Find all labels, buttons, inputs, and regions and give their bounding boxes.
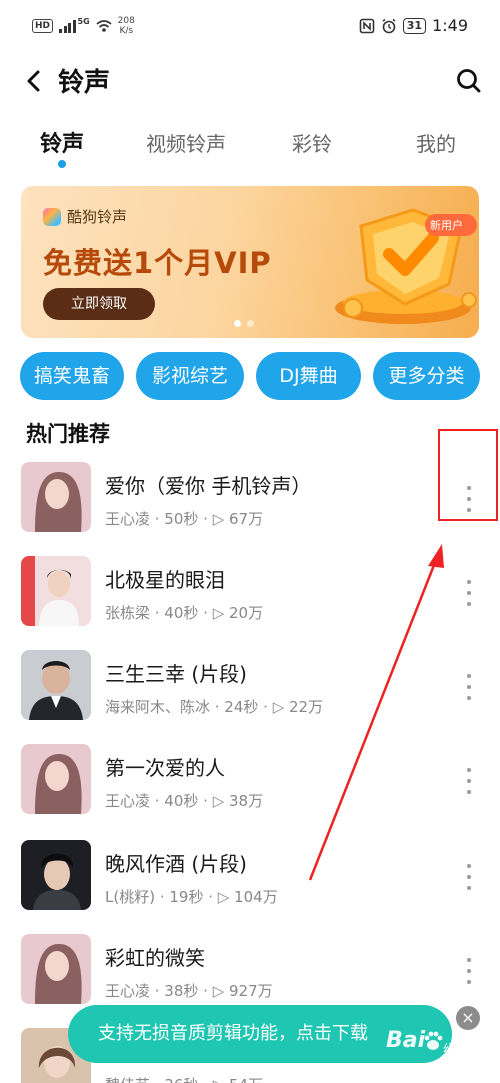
album-cover — [21, 840, 91, 910]
network-label: 5G — [77, 16, 90, 26]
more-options-icon[interactable] — [464, 580, 474, 606]
album-cover — [21, 650, 91, 720]
list-item[interactable]: 第一次爱的人 王心凌 · 40秒 · ▷ 38万 — [0, 744, 500, 814]
song-meta: 王心凌 · 40秒 · ▷ 38万 — [105, 792, 264, 810]
banner-dot — [247, 320, 254, 327]
category-film-tv[interactable]: 影视综艺 — [136, 352, 244, 400]
close-icon[interactable]: × — [456, 1006, 480, 1030]
list-item[interactable]: 三生三幸 (片段) 海来阿木、陈冰 · 24秒 · ▷ 22万 — [0, 650, 500, 720]
section-title-hot: 热门推荐 — [26, 422, 110, 446]
song-meta: L(桃籽) · 19秒 · ▷ 104万 — [105, 888, 278, 906]
signal-icon — [59, 19, 76, 33]
status-left: HD 5G 208 K/s — [32, 16, 135, 36]
page-title: 铃声 — [58, 68, 111, 98]
song-title: 爱你（爱你 手机铃声） — [105, 474, 312, 498]
song-title: 彩虹的微笑 — [105, 946, 205, 970]
album-cover — [21, 744, 91, 814]
new-user-tag: 新用户 — [430, 219, 463, 232]
song-meta: 海来阿木、陈冰 · 24秒 · ▷ 22万 — [105, 698, 324, 716]
more-options-icon[interactable] — [464, 674, 474, 700]
banner-title: 免费送1个月VIP — [43, 246, 272, 280]
nfc-icon — [359, 18, 375, 33]
chevron-left-icon[interactable] — [20, 66, 50, 96]
category-dj[interactable]: DJ舞曲 — [256, 352, 361, 400]
list-item[interactable]: 北极星的眼泪 张栋梁 · 40秒 · ▷ 20万 — [0, 556, 500, 626]
song-title: 第一次爱的人 — [105, 756, 225, 780]
song-meta: 王心凌 · 50秒 · ▷ 67万 — [105, 510, 264, 528]
more-options-icon[interactable] — [464, 864, 474, 890]
category-more[interactable]: 更多分类 — [373, 352, 480, 400]
category-chips: 搞笑鬼畜 影视综艺 DJ舞曲 更多分类 — [20, 352, 480, 400]
tab-ringtone[interactable]: 铃声 — [40, 126, 84, 158]
app-header: 铃声 — [0, 56, 500, 106]
kugou-ringtone-logo-icon — [43, 207, 61, 226]
annotation-highlight-box — [438, 429, 498, 521]
banner-brand-label: 酷狗铃声 — [67, 208, 128, 226]
album-cover — [21, 556, 91, 626]
search-icon[interactable] — [454, 66, 484, 96]
promo-banner[interactable]: 酷狗铃声 免费送1个月VIP 立即领取 新用户 — [21, 186, 479, 338]
list-item[interactable]: 彩虹的微笑 王心凌 · 38秒 · ▷ 927万 — [0, 934, 500, 1004]
category-funny[interactable]: 搞笑鬼畜 — [20, 352, 124, 400]
status-right: 31 1:49 — [359, 16, 468, 35]
song-title: 晚风作酒 (片段) — [105, 852, 247, 876]
baidu-watermark-sub: 经验 — [443, 1043, 471, 1059]
more-options-icon[interactable] — [464, 958, 474, 984]
tab-mine[interactable]: 我的 — [416, 128, 456, 157]
song-meta: 王心凌 · 38秒 · ▷ 927万 — [105, 982, 273, 1000]
alarm-icon — [382, 18, 396, 33]
list-item[interactable]: 爱你（爱你 手机铃声） 王心凌 · 50秒 · ▷ 67万 — [0, 462, 500, 532]
album-cover — [21, 934, 91, 1004]
song-meta: 魏佳艺 · 36秒 · ▷ 54万 — [105, 1074, 263, 1083]
more-options-icon[interactable] — [464, 768, 474, 794]
banner-brand: 酷狗铃声 — [43, 206, 127, 227]
speed-unit: K/s — [119, 26, 134, 36]
list-item[interactable]: 晚风作酒 (片段) L(桃籽) · 19秒 · ▷ 104万 — [0, 840, 500, 910]
wifi-icon — [96, 20, 112, 32]
tab-video-ringtone[interactable]: 视频铃声 — [146, 128, 226, 157]
song-meta: 张栋梁 · 40秒 · ▷ 20万 — [105, 604, 264, 622]
tab-bar: 铃声 视频铃声 彩铃 我的 — [0, 122, 500, 172]
baidu-paw-icon — [424, 1031, 443, 1050]
claim-now-button[interactable]: 立即领取 — [43, 288, 155, 320]
song-title: 三生三幸 (片段) — [105, 662, 247, 686]
network-speed: 208 K/s — [118, 16, 135, 36]
song-title: 北极星的眼泪 — [105, 568, 225, 592]
battery-indicator: 31 — [402, 17, 427, 34]
clock: 1:49 — [432, 16, 468, 35]
banner-pagination — [234, 320, 254, 327]
banner-dot-active — [234, 320, 241, 327]
speed-value: 208 — [117, 16, 135, 26]
album-cover — [21, 462, 91, 532]
hd-badge: HD — [32, 19, 54, 33]
active-tab-indicator — [58, 160, 66, 168]
status-bar: HD 5G 208 K/s 31 1:49 — [0, 0, 500, 56]
baidu-watermark: Bai — [386, 1028, 426, 1053]
tab-color-ring[interactable]: 彩铃 — [292, 128, 332, 157]
